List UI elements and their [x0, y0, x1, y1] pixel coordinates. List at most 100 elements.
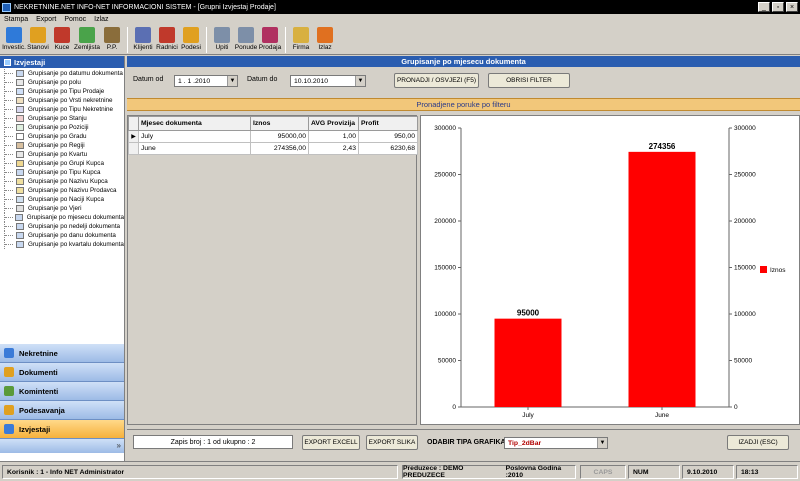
export-excel-button[interactable]: EXPORT EXCELL — [302, 435, 360, 450]
nav-button-podesavanja[interactable]: Podesavanja — [0, 401, 124, 420]
toolbar-button-label: P.P. — [106, 44, 118, 51]
close-button[interactable]: × — [786, 2, 798, 12]
table-cell[interactable]: 2,43 — [308, 142, 359, 155]
tree-item-report[interactable]: Grupisanje po Kvartu — [4, 150, 124, 159]
tree-item-report[interactable]: Grupisanje po Tipu Prodaje — [4, 87, 124, 96]
exit-button[interactable]: IZADJI (ESC) — [727, 435, 789, 450]
tree-connector — [4, 150, 14, 159]
clear-filter-button[interactable]: OBRISI FILTER — [488, 73, 570, 88]
table-cell[interactable]: 95000,00 — [250, 130, 309, 143]
row-selector[interactable] — [128, 142, 139, 155]
globe-icon — [30, 27, 46, 43]
toolbar-button-stanovi[interactable]: Stanovi — [26, 25, 50, 54]
column-header[interactable]: AVG Provizija — [308, 116, 359, 131]
table-cell[interactable]: June — [138, 142, 251, 155]
nav-button-komintenti[interactable]: Komintenti — [0, 382, 124, 401]
table-cell[interactable]: 1,00 — [308, 130, 359, 143]
expand-chevron-icon[interactable]: » — [117, 441, 121, 450]
toolbar-button-investic[interactable]: Investic. — [2, 25, 26, 54]
tree-item-report[interactable]: Grupisanje po Nazivu Prodavca — [4, 186, 124, 195]
toolbar-button-kuce[interactable]: Kuce — [50, 25, 74, 54]
chevron-down-icon[interactable]: ▼ — [355, 76, 365, 86]
nav-button-izvjestaji[interactable]: Izvjestaji — [0, 420, 124, 439]
tree-item-report[interactable]: Grupisanje po Grupi Kupca — [4, 159, 124, 168]
tree-item-report[interactable]: Grupisanje po kvartalu dokumenta — [4, 240, 124, 249]
menu-pomoc[interactable]: Pomoc — [64, 16, 86, 23]
column-header[interactable]: Profit — [358, 116, 418, 131]
tree-item-report[interactable]: Grupisanje po polu — [4, 78, 124, 87]
toolbar-button-label: Klijenti — [133, 44, 153, 51]
title-bar: NEKRETNINE.NET INFO-NET INFORMACIONI SIS… — [0, 0, 800, 14]
find-refresh-button[interactable]: PRONADJI / OSVJEZI (F5) — [394, 73, 479, 88]
toolbar-button-ponude[interactable]: Ponude — [234, 25, 258, 54]
toolbar-button-izlaz[interactable]: Izlaz — [313, 25, 337, 54]
menu-stampa[interactable]: Stampa — [4, 16, 28, 23]
menu-izlaz[interactable]: Izlaz — [94, 16, 108, 23]
row-selector-icon[interactable]: ▶ — [128, 130, 139, 143]
toolbar-button-firma[interactable]: Firma — [289, 25, 313, 54]
tree-item-report[interactable]: Grupisanje po Tipu Kupca — [4, 168, 124, 177]
tree-item-label: Grupisanje po polu — [28, 79, 81, 86]
table-cell[interactable]: 6230,68 — [358, 142, 418, 155]
tree-item-report[interactable]: Grupisanje po Gradu — [4, 132, 124, 141]
tree-item-report[interactable]: Grupisanje po Vjeri — [4, 204, 124, 213]
nav-button-label: Podesavanja — [19, 405, 65, 415]
report-icon — [16, 142, 24, 149]
tree-item-report[interactable]: Grupisanje po nedelji dokumenta — [4, 222, 124, 231]
toolbar-button-label: Kuce — [54, 44, 70, 51]
toolbar-button-klijenti[interactable]: Klijenti — [131, 25, 155, 54]
menu-bar: Stampa Export Pomoc Izlaz — [0, 14, 800, 25]
tree-item-report[interactable]: Grupisanje po datumu dokumenta — [4, 69, 124, 78]
restore-button[interactable]: ▫ — [772, 2, 784, 12]
column-header[interactable]: Iznos — [250, 116, 309, 131]
y-tick-label: 200000 — [434, 218, 456, 225]
table-row[interactable]: ▶ July 95000,00 1,00 950,00 — [128, 130, 418, 143]
menu-export[interactable]: Export — [36, 16, 56, 23]
table-cell[interactable]: 950,00 — [358, 130, 418, 143]
toolbar-button-pp[interactable]: P.P. — [100, 25, 124, 54]
tree-connector — [4, 195, 14, 204]
tree-item-report[interactable]: Grupisanje po Nazivu Kupca — [4, 177, 124, 186]
nav-button-dokumenti[interactable]: Dokumenti — [0, 363, 124, 382]
tree-connector — [4, 204, 14, 213]
reports-title: Izvjestaji — [14, 57, 46, 67]
report-icon — [16, 79, 24, 86]
tree-item-report[interactable]: Grupisanje po Stanju — [4, 114, 124, 123]
table-cell[interactable]: 274356,00 — [250, 142, 309, 155]
tree-item-report[interactable]: Grupisanje po mjesecu dokumenta — [4, 213, 124, 222]
window-title: NEKRETNINE.NET INFO-NET INFORMACIONI SIS… — [14, 3, 276, 11]
nav-button-label: Komintenti — [19, 386, 59, 396]
table-row[interactable]: June 274356,00 2,43 6230,68 — [128, 142, 418, 155]
data-grid[interactable]: Mjesec dokumenta Iznos AVG Provizija Pro… — [127, 115, 418, 425]
tree-item-report[interactable]: Grupisanje po Poziciji — [4, 123, 124, 132]
tree-connector — [4, 177, 14, 186]
report-icon — [16, 88, 24, 95]
toolbar-button-podesi[interactable]: Podesi — [179, 25, 203, 54]
toolbar-button-prodaja[interactable]: Prodaja — [258, 25, 282, 54]
nav-button-nekretnine[interactable]: Nekretnine — [0, 344, 124, 363]
toolbar-button-upiti[interactable]: Upiti — [210, 25, 234, 54]
tree-item-report[interactable]: Grupisanje po Naciji Kupca — [4, 195, 124, 204]
tree-item-report[interactable]: Grupisanje po Vrsti nekretnine — [4, 96, 124, 105]
y-tick-label: 250000 — [434, 172, 456, 179]
tree-item-report[interactable]: Grupisanje po danu dokumenta — [4, 231, 124, 240]
report-icon — [16, 232, 24, 239]
toolbar-button-label: Stanovi — [27, 44, 49, 51]
nav-icon — [4, 405, 14, 415]
chart-type-select[interactable]: Tip_2dBar ▼ — [504, 437, 608, 449]
column-header[interactable]: Mjesec dokumenta — [138, 116, 251, 131]
date-to-picker[interactable]: 10.10.2010 ▼ — [290, 75, 366, 87]
date-from-picker[interactable]: 1 . 1 .2010 ▼ — [174, 75, 238, 87]
export-image-button[interactable]: EXPORT SLIKA — [366, 435, 418, 450]
report-icon — [16, 223, 24, 230]
minimize-button[interactable]: _ — [758, 2, 770, 12]
toolbar-button-radnici[interactable]: Radnici — [155, 25, 179, 54]
tree-item-report[interactable]: Grupisanje po Regiji — [4, 141, 124, 150]
chevron-down-icon[interactable]: ▼ — [227, 76, 237, 86]
toolbar-button-zemljista[interactable]: Zemljista — [74, 25, 100, 54]
tree-item-label: Grupisanje po Vrsti nekretnine — [28, 97, 113, 104]
chevron-down-icon[interactable]: ▼ — [597, 438, 607, 448]
tree-item-report[interactable]: Grupisanje po Tipu Nekretnine — [4, 105, 124, 114]
table-cell[interactable]: July — [138, 130, 251, 143]
house-icon — [6, 27, 22, 43]
